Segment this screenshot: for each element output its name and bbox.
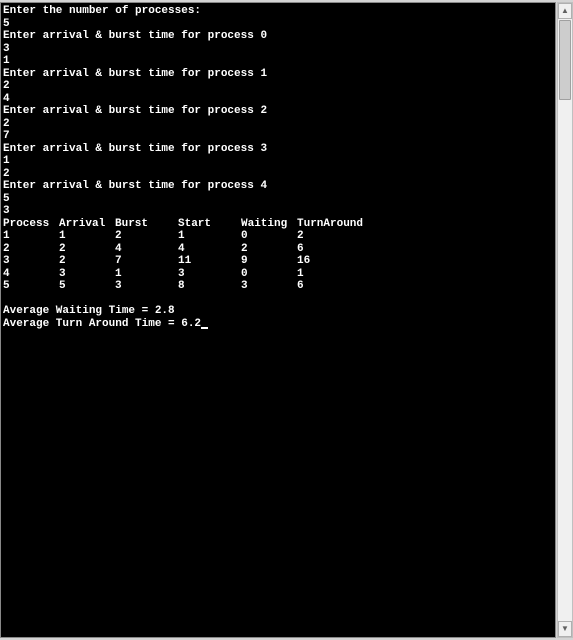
vertical-scrollbar[interactable]: ▲ ▼: [557, 2, 573, 638]
td: 1: [59, 230, 115, 243]
td: 6: [297, 243, 304, 255]
input-p4-arrival: 5: [3, 193, 10, 205]
td: 3: [178, 268, 241, 281]
terminal-output: Enter the number of processes: 5 Enter a…: [1, 3, 555, 637]
th-start: Start: [178, 218, 241, 231]
td: 2: [115, 230, 178, 243]
td: 2: [297, 230, 304, 242]
avg-waiting-time: Average Waiting Time = 2.8: [3, 305, 175, 317]
td: 2: [59, 255, 115, 268]
prompt-num-processes: Enter the number of processes:: [3, 5, 201, 17]
td: 11: [178, 255, 241, 268]
td: 1: [297, 268, 304, 280]
td: 3: [115, 280, 178, 293]
scroll-up-button[interactable]: ▲: [558, 3, 572, 19]
prompt-p2: Enter arrival & burst time for process 2: [3, 105, 267, 117]
terminal-window: Enter the number of processes: 5 Enter a…: [0, 2, 556, 638]
td: 1: [178, 230, 241, 243]
input-p1-burst: 4: [3, 93, 10, 105]
td: 3: [3, 255, 59, 268]
th-burst: Burst: [115, 218, 178, 231]
td: 7: [115, 255, 178, 268]
input-p0-burst: 1: [3, 55, 10, 67]
td: 5: [3, 280, 59, 293]
prompt-p1: Enter arrival & burst time for process 1: [3, 68, 267, 80]
td: 16: [297, 255, 310, 267]
input-p4-burst: 3: [3, 205, 10, 217]
scroll-thumb[interactable]: [559, 20, 571, 100]
td: 2: [241, 243, 297, 256]
td: 4: [3, 268, 59, 281]
input-num-processes: 5: [3, 18, 10, 30]
input-p1-arrival: 2: [3, 80, 10, 92]
th-turnaround: TurnAround: [297, 218, 363, 230]
cursor-icon: [201, 327, 208, 329]
td: 1: [3, 230, 59, 243]
td: 8: [178, 280, 241, 293]
th-process: Process: [3, 218, 59, 231]
td: 2: [3, 243, 59, 256]
input-p2-burst: 7: [3, 130, 10, 142]
td: 1: [115, 268, 178, 281]
td: 4: [178, 243, 241, 256]
td: 3: [59, 268, 115, 281]
th-arrival: Arrival: [59, 218, 115, 231]
td: 3: [241, 280, 297, 293]
input-p3-arrival: 1: [3, 155, 10, 167]
prompt-p4: Enter arrival & burst time for process 4: [3, 180, 267, 192]
td: 5: [59, 280, 115, 293]
prompt-p0: Enter arrival & burst time for process 0: [3, 30, 267, 42]
th-waiting: Waiting: [241, 218, 297, 231]
td: 4: [115, 243, 178, 256]
td: 0: [241, 230, 297, 243]
prompt-p3: Enter arrival & burst time for process 3: [3, 143, 267, 155]
scroll-down-button[interactable]: ▼: [558, 621, 572, 637]
td: 0: [241, 268, 297, 281]
td: 2: [59, 243, 115, 256]
input-p3-burst: 2: [3, 168, 10, 180]
input-p0-arrival: 3: [3, 43, 10, 55]
avg-turnaround-time: Average Turn Around Time = 6.2: [3, 318, 201, 330]
input-p2-arrival: 2: [3, 118, 10, 130]
td: 6: [297, 280, 304, 292]
td: 9: [241, 255, 297, 268]
